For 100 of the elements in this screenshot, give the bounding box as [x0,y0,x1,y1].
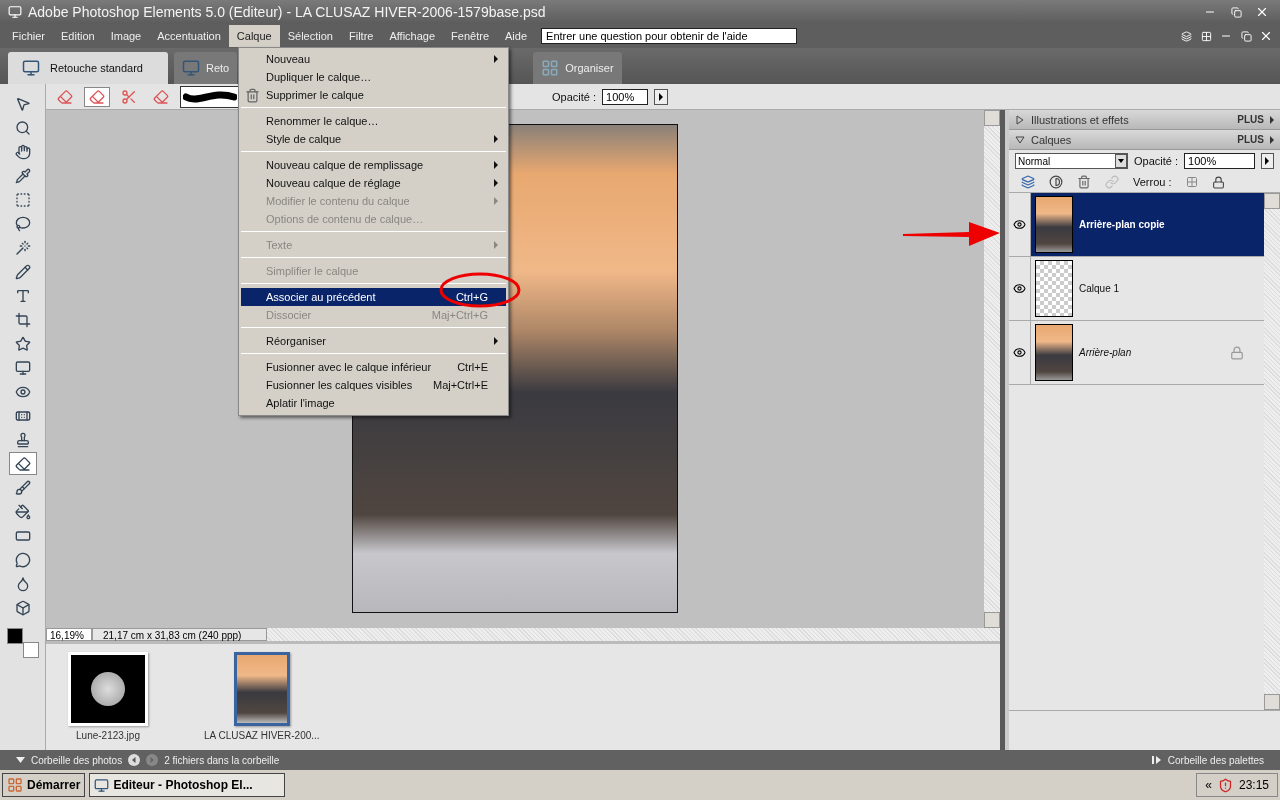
submenu-arrow-icon [494,179,498,187]
arrow-cursor-icon [14,95,31,112]
menu-item[interactable]: Nouveau calque de réglage [241,174,506,192]
half-circle-icon [1049,175,1063,189]
new-layer-icon [1021,175,1035,189]
menu-item[interactable]: Fusionner les calques visibles Maj+Ctrl+E [241,376,506,394]
stacked-windows-icon [1180,30,1192,42]
trash-icon [245,87,260,103]
menu-item[interactable]: Aplatir l'image [241,394,506,412]
taskbar-button[interactable]: Editeur - Photoshop El... [89,773,286,797]
layer-name: Arrière-plan [1079,347,1133,358]
photo-placeholder [1035,196,1073,253]
transparency-thumbnail [1035,260,1073,317]
help-search-field[interactable]: Entrer une question pour obtenir de l'aide [541,28,798,44]
mode-tab[interactable]: Retouche standard [8,52,168,84]
submenu-arrow-icon [494,135,498,143]
window-title: Adobe Photoshop Elements 5.0 (Editeur) - LA CLUSAZ HIVER-2006-1579base.psd [28,4,547,20]
layer-name: Arrière-plan copie [1079,219,1166,230]
layer-name: Calque 1 [1079,283,1121,294]
menu-item[interactable]: Fichier [4,25,53,47]
eyedropper-icon [14,167,31,184]
menu-item[interactable]: Aide [497,25,536,47]
brush-icon [14,479,31,496]
tool-button[interactable] [8,452,37,475]
menu-item[interactable]: Sélection [279,25,341,47]
menu-item[interactable]: Fusionner avec le calque inférieur Ctrl+E [241,358,506,376]
restore-icon [1240,30,1252,42]
brush-stroke-preview[interactable] [180,85,240,108]
moon-drawing [91,672,125,706]
clock: 23:15 [1238,778,1269,792]
play-icon [659,92,664,101]
speech-bubble-icon [14,551,31,568]
photo-placeholder [1035,324,1073,381]
foreground-color-swatch [6,628,23,644]
eye-icon [1013,346,1026,359]
crop-icon [14,311,31,328]
submenu-arrow-icon [494,161,498,169]
menu-item[interactable]: Calque [228,25,280,47]
blend-mode-select[interactable]: Normal [1015,153,1129,169]
opacity-label: Opacité : [552,90,597,103]
panel-header[interactable]: Illustrations et effets PLUS [1009,110,1280,130]
file-count: 2 fichiers dans la corbeille [164,754,280,766]
document-info: 21,17 cm x 31,83 cm (240 ppp) [92,628,267,641]
app-icon [94,777,110,793]
zoom-icon [14,119,31,136]
play-icon [1265,157,1270,165]
menu-item[interactable]: Supprimer le calque [241,86,506,104]
star-icon [14,335,31,352]
paint-bucket-icon [14,503,31,520]
opacity-field[interactable]: 100% [1184,153,1255,169]
tray-expand-button[interactable]: « [1205,778,1212,792]
grid-icon [1200,30,1212,42]
opacity-slider-button[interactable] [1260,153,1274,169]
triangle-down-icon [16,756,25,764]
grid-icon [541,59,560,77]
type-icon [14,287,31,304]
lock-icon [1211,175,1225,189]
eraser-preset[interactable] [84,86,110,107]
menu-item[interactable]: Filtre [340,25,382,47]
layer-row[interactable]: Calque 1 [1009,257,1264,321]
dashed-square-icon [14,191,31,208]
link-icon [1105,175,1119,189]
menu-item[interactable]: Fenêtre [443,25,497,47]
menu-item[interactable]: Nouveau calque de remplissage [241,156,506,174]
opacity-field[interactable]: 100% [602,88,649,105]
menu-item[interactable]: Nouveau [241,50,506,68]
submenu-arrow-icon [494,337,498,345]
palette-bin-label: Corbeille des palettes [1167,754,1264,766]
zoom-field[interactable]: 16,19% [46,628,92,641]
restore-icon [1230,6,1242,18]
menu-item[interactable]: Associer au précédent Ctrl+G [241,288,506,306]
mode-tab[interactable]: Reto [174,52,238,84]
eraser-icon [57,88,73,105]
menu-item[interactable]: Style de calque [241,130,506,148]
checker-icon [1185,176,1198,188]
background-color-swatch [22,642,39,658]
bin-item[interactable]: LA CLUSAZ HIVER-200... [204,652,320,750]
close-icon [1255,5,1269,19]
menu-item[interactable]: Affichage [381,25,444,47]
menu-item[interactable]: Image [102,25,150,47]
bin-item[interactable]: Lune-2123.jpg [68,652,148,750]
eye-icon [1013,218,1026,231]
mode-tab[interactable]: Organiser [533,52,622,84]
start-button[interactable]: Démarrer [2,773,86,797]
app-icon [8,5,22,19]
menu-item[interactable]: Accentuation [149,25,229,47]
stamp-icon [14,431,31,448]
play-icon [1270,115,1274,124]
trash-icon [1077,175,1091,189]
opacity-slider-button[interactable] [654,88,669,105]
panel-header[interactable]: Calques PLUS [1009,130,1280,150]
next-icon [146,754,159,766]
layer-row[interactable]: Arrière-plan [1009,321,1264,385]
menu-item[interactable]: Renommer le calque… [241,112,506,130]
menu-item[interactable]: Réorganiser [241,332,506,350]
eraser-icon [153,88,169,105]
menu-item[interactable]: Edition [53,25,103,47]
monitor-icon [182,59,200,77]
menu-item[interactable]: Dupliquer le calque… [241,68,506,86]
submenu-arrow-icon [494,55,498,63]
